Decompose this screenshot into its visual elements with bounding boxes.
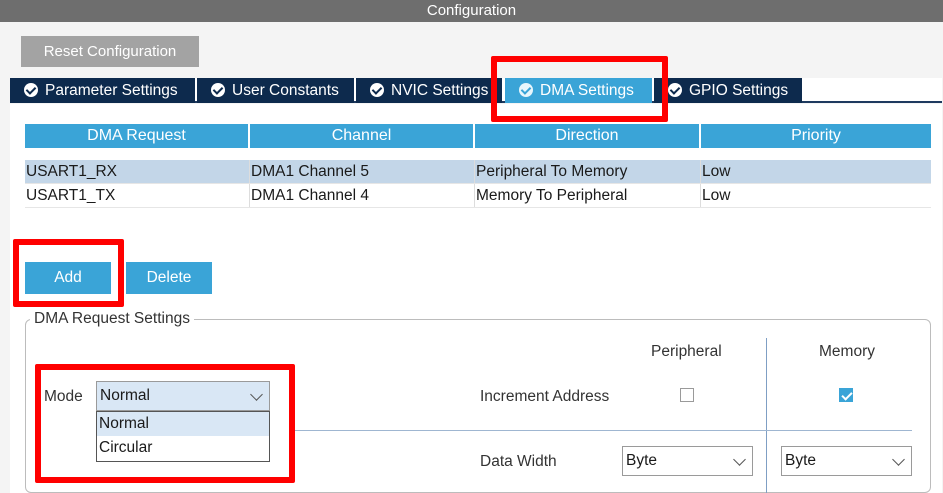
dma-request-table: DMA Request Channel Direction Priority U… bbox=[25, 124, 931, 208]
check-circle-icon bbox=[668, 83, 682, 97]
row-divider bbox=[294, 430, 912, 431]
cell-channel: DMA1 Channel 5 bbox=[250, 160, 475, 183]
check-circle-icon bbox=[211, 83, 225, 97]
reset-configuration-button[interactable]: Reset Configuration bbox=[21, 36, 199, 67]
cell-priority: Low bbox=[702, 187, 731, 204]
peripheral-header: Peripheral bbox=[651, 343, 722, 360]
cell-direction: Peripheral To Memory bbox=[475, 160, 701, 183]
cell-dma-request: USART1_RX bbox=[25, 160, 250, 183]
peripheral-increment-checkbox[interactable] bbox=[680, 388, 694, 402]
highlight-box-dma-tab bbox=[491, 56, 668, 122]
check-circle-icon bbox=[24, 83, 38, 97]
cell-priority: Low bbox=[702, 163, 731, 180]
column-header-channel[interactable]: Channel bbox=[250, 124, 475, 148]
tab-bar: Parameter Settings User Constants NVIC S… bbox=[10, 78, 942, 103]
window-title: Configuration bbox=[0, 0, 943, 22]
tab-label: Parameter Settings bbox=[45, 82, 178, 99]
cell-channel: DMA1 Channel 4 bbox=[250, 184, 475, 207]
column-header-direction[interactable]: Direction bbox=[475, 124, 701, 148]
peripheral-data-width-select[interactable]: Byte bbox=[622, 446, 753, 476]
table-row[interactable]: USART1_TX DMA1 Channel 4 Memory To Perip… bbox=[25, 184, 931, 208]
highlight-box-add-button bbox=[13, 239, 124, 307]
tab-parameter-settings[interactable]: Parameter Settings bbox=[10, 78, 195, 103]
cell-dma-request: USART1_TX bbox=[25, 184, 250, 207]
tab-label: GPIO Settings bbox=[689, 82, 789, 99]
tab-label: User Constants bbox=[232, 82, 339, 99]
check-circle-icon bbox=[370, 83, 384, 97]
data-width-label: Data Width bbox=[480, 453, 557, 470]
tab-label: NVIC Settings bbox=[391, 82, 489, 99]
table-row[interactable]: USART1_RX DMA1 Channel 5 Peripheral To M… bbox=[25, 160, 931, 184]
tab-nvic-settings[interactable]: NVIC Settings bbox=[356, 78, 502, 103]
configuration-window: Configuration Reset Configuration Parame… bbox=[0, 0, 943, 493]
increment-address-label: Increment Address bbox=[480, 388, 610, 405]
tab-user-constants[interactable]: User Constants bbox=[197, 78, 354, 103]
dma-request-settings-legend: DMA Request Settings bbox=[30, 310, 194, 328]
peripheral-data-width-value: Byte bbox=[626, 452, 658, 469]
delete-button[interactable]: Delete bbox=[126, 262, 212, 294]
memory-data-width-value: Byte bbox=[785, 452, 817, 469]
memory-data-width-select[interactable]: Byte bbox=[781, 446, 912, 476]
table-header: DMA Request Channel Direction Priority bbox=[25, 124, 931, 148]
column-divider bbox=[766, 338, 767, 493]
column-header-dma-request[interactable]: DMA Request bbox=[25, 124, 250, 148]
memory-increment-checkbox[interactable] bbox=[839, 388, 853, 402]
column-header-priority[interactable]: Priority bbox=[701, 124, 931, 148]
memory-header: Memory bbox=[819, 343, 875, 360]
highlight-box-mode bbox=[35, 364, 295, 483]
tab-gpio-settings[interactable]: GPIO Settings bbox=[654, 78, 802, 103]
chevron-down-icon bbox=[892, 453, 905, 466]
chevron-down-icon bbox=[733, 453, 746, 466]
cell-direction: Memory To Peripheral bbox=[475, 184, 701, 207]
